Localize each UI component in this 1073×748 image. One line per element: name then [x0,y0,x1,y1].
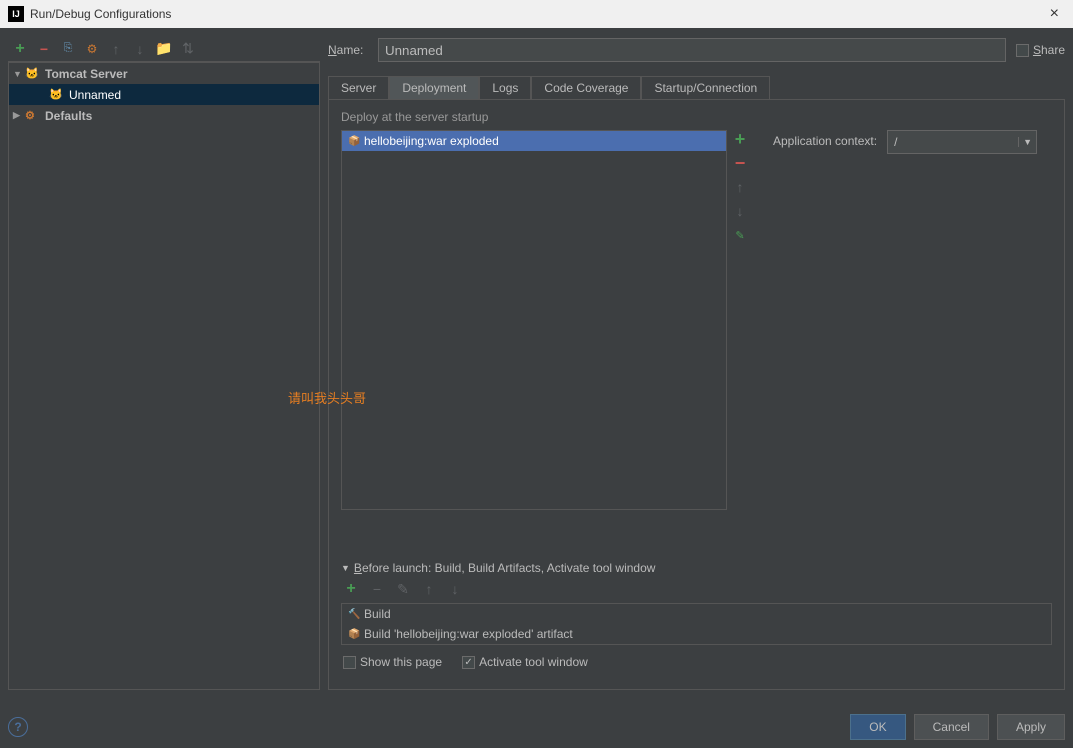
name-label: NName:ame: [328,43,368,57]
tab-bar: Server Deployment Logs Code Coverage Sta… [328,76,1065,99]
bl-remove-icon: − [369,581,385,597]
context-label: Application context: [773,130,877,148]
folder-icon[interactable]: 📁 [156,41,172,57]
hammer-icon: 🔨 [348,609,364,620]
context-value: / [888,135,1018,149]
chevron-right-icon: ▶ [13,110,25,121]
name-input[interactable] [378,38,1006,62]
chevron-down-icon: ▼ [341,563,350,573]
window-title: Run/Debug Configurations [30,7,171,21]
show-page-checkbox[interactable]: Show this page [343,655,442,669]
tab-deployment[interactable]: Deployment [389,76,479,99]
tree-item-unnamed[interactable]: 🐱 Unnamed [9,84,319,105]
chevron-down-icon: ▼ [1018,137,1036,147]
settings-icon[interactable]: ⚙ [84,41,100,57]
tree-label: Defaults [45,109,92,123]
down-icon: ↓ [132,41,148,57]
tab-server[interactable]: Server [328,76,389,99]
bl-edit-icon: ✎ [395,581,411,597]
remove-icon[interactable]: − [36,41,52,57]
bl-down-icon: ↓ [447,581,463,597]
close-icon[interactable]: × [1044,5,1065,23]
copy-icon[interactable]: ⎘ [60,41,76,57]
before-launch-list[interactable]: 🔨 Build 📦 Build 'hellobeijing:war explod… [341,603,1052,645]
artifact-remove-icon[interactable]: − [731,154,749,172]
context-select[interactable]: / ▼ [887,130,1037,154]
tab-startup[interactable]: Startup/Connection [641,76,770,99]
artifact-list[interactable]: 📦 hellobeijing:war exploded [341,130,727,510]
tomcat-icon: 🐱 [25,67,41,80]
checkbox-icon[interactable] [462,656,475,669]
help-icon[interactable]: ? [8,717,28,737]
config-editor: NName:ame: Share Server Deployment Logs … [328,36,1065,690]
bl-item-label: Build [364,607,391,621]
artifact-icon: 📦 [348,136,364,147]
bl-item-build[interactable]: 🔨 Build [342,604,1051,624]
tab-code-coverage[interactable]: Code Coverage [531,76,641,99]
title-bar: IJ Run/Debug Configurations × [0,0,1073,28]
add-icon[interactable]: + [12,41,28,57]
checkbox-icon[interactable] [1016,44,1029,57]
config-tree[interactable]: ▼ 🐱 Tomcat Server 🐱 Unnamed ▶ ⚙ Defaults [8,62,320,690]
artifact-edit-icon[interactable]: ✎ [731,226,749,244]
tree-item-tomcat[interactable]: ▼ 🐱 Tomcat Server [9,63,319,84]
bl-item-label: Build 'hellobeijing:war exploded' artifa… [364,627,573,641]
defaults-icon: ⚙ [25,109,41,122]
cancel-button[interactable]: Cancel [914,714,989,740]
artifact-item[interactable]: 📦 hellobeijing:war exploded [342,131,726,151]
apply-button[interactable]: Apply [997,714,1065,740]
bl-up-icon: ↑ [421,581,437,597]
checkbox-icon[interactable] [343,656,356,669]
config-tree-panel: + − ⎘ ⚙ ↑ ↓ 📁 ⇅ ▼ 🐱 Tomcat Server 🐱 Unna… [8,36,320,690]
bl-item-artifact[interactable]: 📦 Build 'hellobeijing:war exploded' arti… [342,624,1051,644]
artifact-down-icon: ↓ [731,202,749,220]
tab-logs[interactable]: Logs [479,76,531,99]
deploy-label: Deploy at the server startup [341,110,1052,124]
artifact-icon: 📦 [348,629,364,640]
artifact-add-icon[interactable]: + [731,130,749,148]
bl-add-icon[interactable]: + [343,581,359,597]
collapse-icon[interactable]: ⇅ [180,41,196,57]
chevron-down-icon: ▼ [13,69,25,79]
tree-label: Unnamed [69,88,121,102]
before-launch-header[interactable]: ▼ BBefore launch: Build, Build Artifacts… [341,561,1052,575]
tree-label: Tomcat Server [45,67,127,81]
intellij-icon: IJ [8,6,24,22]
artifact-name: hellobeijing:war exploded [364,134,499,148]
tomcat-icon: 🐱 [49,88,65,101]
ok-button[interactable]: OK [850,714,905,740]
share-checkbox[interactable]: Share [1016,43,1065,57]
artifact-up-icon: ↑ [731,178,749,196]
tree-toolbar: + − ⎘ ⚙ ↑ ↓ 📁 ⇅ [8,36,320,62]
tree-item-defaults[interactable]: ▶ ⚙ Defaults [9,105,319,126]
watermark: 请叫我头头哥 [288,388,366,407]
up-icon: ↑ [108,41,124,57]
activate-window-checkbox[interactable]: Activate tool window [462,655,588,669]
